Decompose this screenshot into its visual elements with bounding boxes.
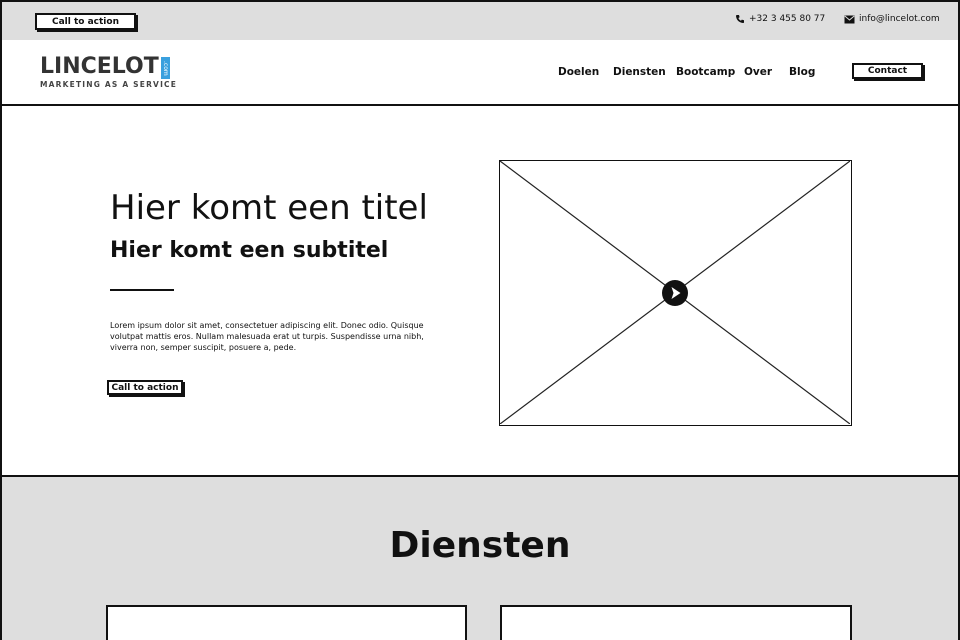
hero-cta-button[interactable]: Call to action xyxy=(107,380,183,395)
site-header: LINCELOT .com MARKETING AS A SERVICE Doe… xyxy=(0,40,960,106)
video-placeholder[interactable] xyxy=(499,160,852,426)
play-icon[interactable] xyxy=(661,279,689,307)
logo-tagline: MARKETING AS A SERVICE xyxy=(40,80,178,89)
email-address: info@lincelot.com xyxy=(859,14,940,24)
top-bar: Call to action +32 3 455 80 77 info@linc… xyxy=(0,0,960,41)
logo-com-badge: .com xyxy=(161,57,170,79)
envelope-icon xyxy=(844,15,855,23)
hero-title: Hier komt een titel xyxy=(110,188,428,228)
nav-item-diensten[interactable]: Diensten xyxy=(613,66,666,78)
nav-item-over[interactable]: Over xyxy=(744,66,772,78)
logo[interactable]: LINCELOT .com MARKETING AS A SERVICE xyxy=(40,54,176,92)
services-section: Diensten xyxy=(0,477,960,640)
topbar-email[interactable]: info@lincelot.com xyxy=(844,14,940,24)
service-card[interactable] xyxy=(106,605,467,640)
hero-body-text: Lorem ipsum dolor sit amet, consectetuer… xyxy=(110,321,424,352)
topbar-phone[interactable]: +32 3 455 80 77 xyxy=(735,14,825,24)
logo-wordmark: LINCELOT xyxy=(40,54,159,79)
services-title: Diensten xyxy=(389,525,571,566)
nav-item-blog[interactable]: Blog xyxy=(789,66,815,78)
contact-button[interactable]: Contact xyxy=(852,63,923,79)
hero-subtitle: Hier komt een subtitel xyxy=(110,238,389,263)
hero-divider xyxy=(110,289,174,291)
phone-number: +32 3 455 80 77 xyxy=(749,14,826,24)
hero-section: Hier komt een titel Hier komt een subtit… xyxy=(0,106,960,477)
service-card[interactable] xyxy=(500,605,852,640)
topbar-cta-button[interactable]: Call to action xyxy=(35,13,136,30)
phone-icon xyxy=(736,15,744,23)
nav-item-bootcamp[interactable]: Bootcamp xyxy=(676,66,735,78)
nav-item-doelen[interactable]: Doelen xyxy=(558,66,599,78)
